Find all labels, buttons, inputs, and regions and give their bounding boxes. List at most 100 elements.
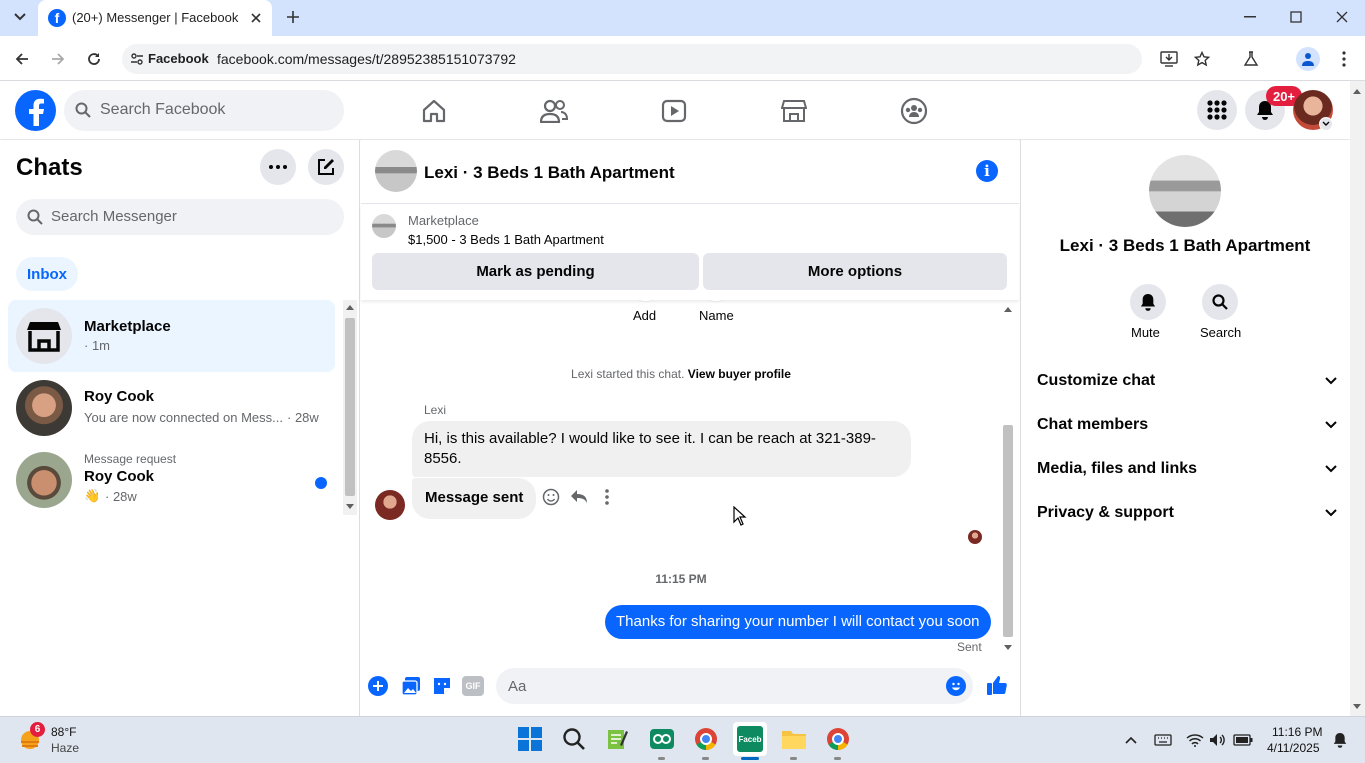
chats-options-button[interactable] — [260, 149, 296, 185]
friends-nav-icon[interactable] — [530, 94, 578, 128]
incoming-message-2[interactable]: Message sent — [412, 478, 537, 519]
profile-icon[interactable] — [1296, 47, 1320, 71]
chat-row-roy-cook[interactable]: Roy Cook You are now connected on Mess..… — [8, 372, 335, 444]
site-info-icon[interactable] — [128, 50, 146, 68]
search-icon[interactable] — [557, 722, 591, 756]
scrollbar-down-arrow[interactable] — [1004, 645, 1012, 650]
like-thumb-icon[interactable] — [985, 673, 1009, 697]
scrollbar-down-arrow[interactable] — [346, 504, 354, 509]
battery-icon[interactable] — [1232, 731, 1254, 749]
search-facebook-field[interactable]: Search Facebook — [64, 90, 344, 131]
outgoing-message[interactable]: Thanks for sharing your number I will co… — [605, 605, 991, 639]
lexi-avatar[interactable] — [375, 490, 405, 520]
add-button-circle[interactable] — [631, 300, 661, 302]
view-buyer-profile-link[interactable]: View buyer profile — [688, 367, 791, 381]
maximize-icon[interactable] — [1284, 6, 1308, 28]
explorer-running-dot — [790, 757, 797, 760]
gaming-app-icon[interactable] — [645, 722, 679, 756]
tab-title: (20+) Messenger | Facebook — [72, 10, 239, 25]
account-chevron-icon[interactable] — [1319, 117, 1333, 131]
labs-flask-icon[interactable] — [1240, 48, 1262, 70]
name-button-circle[interactable] — [701, 300, 731, 302]
search-messenger-field[interactable]: Search Messenger — [16, 199, 344, 235]
scrollbar-up-arrow[interactable] — [1353, 89, 1361, 94]
groups-nav-icon[interactable] — [890, 94, 938, 128]
message-composer[interactable]: Aa — [496, 668, 973, 704]
new-message-button[interactable] — [308, 149, 344, 185]
scrollbar-up-arrow[interactable] — [346, 305, 354, 310]
scrollbar-thumb[interactable] — [1003, 425, 1013, 637]
emoji-icon[interactable] — [946, 676, 966, 696]
conversation-title[interactable]: Lexi · 3 Beds 1 Bath Apartment — [424, 163, 675, 183]
chrome-edge-app-icon[interactable] — [689, 722, 723, 756]
listing-thumbnail[interactable] — [375, 150, 417, 192]
notepad-app-icon[interactable] — [600, 722, 634, 756]
section-chat-members[interactable]: Chat members — [1037, 403, 1337, 447]
inbox-tab[interactable]: Inbox — [16, 257, 78, 291]
volume-icon[interactable] — [1208, 731, 1228, 749]
gif-icon[interactable]: GIF — [462, 676, 484, 696]
more-vertical-icon[interactable] — [597, 487, 617, 507]
url-text[interactable]: facebook.com/messages/t/2895238515107379… — [217, 51, 516, 67]
mark-pending-button[interactable]: Mark as pending — [372, 253, 699, 290]
marketplace-nav-icon[interactable] — [770, 94, 818, 128]
install-app-icon[interactable] — [1158, 48, 1180, 70]
notification-center-icon[interactable] — [1330, 731, 1350, 749]
tab-list-icon[interactable] — [8, 6, 32, 28]
messages-scrollbar[interactable] — [1001, 303, 1015, 655]
mute-button[interactable] — [1130, 284, 1166, 320]
forward-icon[interactable] — [46, 47, 70, 71]
back-icon[interactable] — [10, 47, 34, 71]
facebook-logo-icon[interactable] — [15, 90, 56, 131]
chevron-down-icon — [1325, 465, 1337, 473]
scrollbar-up-arrow[interactable] — [1004, 307, 1012, 312]
listing-large-image[interactable] — [1149, 155, 1221, 227]
watch-nav-icon[interactable] — [650, 94, 698, 128]
bookmark-star-icon[interactable] — [1191, 48, 1213, 70]
wifi-icon[interactable] — [1185, 731, 1205, 749]
omnibox[interactable]: Facebook facebook.com/messages/t/2895238… — [122, 44, 1142, 74]
page-scrollbar[interactable] — [1350, 81, 1365, 716]
chat-row-marketplace[interactable]: Marketplace · 1m — [8, 300, 335, 372]
more-options-button[interactable]: More options — [703, 253, 1007, 290]
file-explorer-icon[interactable] — [777, 722, 811, 756]
close-window-icon[interactable] — [1330, 6, 1354, 28]
mouse-cursor-icon — [733, 505, 747, 526]
clock-date[interactable]: 4/11/2025 — [1267, 741, 1320, 755]
section-media-files-links[interactable]: Media, files and links — [1037, 447, 1337, 491]
info-icon[interactable]: i — [976, 160, 998, 182]
more-horizontal-icon — [269, 165, 287, 169]
windows-start-icon[interactable] — [513, 722, 547, 756]
menu-grid-button[interactable] — [1197, 90, 1237, 130]
mute-label: Mute — [1131, 325, 1160, 340]
chats-scrollbar[interactable] — [343, 300, 357, 515]
facebook-app-icon[interactable]: Faceb — [733, 722, 767, 756]
reload-icon[interactable] — [82, 47, 106, 71]
photo-icon[interactable] — [400, 675, 422, 697]
scrollbar-down-arrow[interactable] — [1353, 704, 1361, 709]
reply-icon[interactable] — [569, 487, 589, 507]
home-nav-icon[interactable] — [410, 94, 458, 128]
browser-tab[interactable]: f (20+) Messenger | Facebook — [38, 0, 272, 36]
chat-row-roy-cook-request[interactable]: Message request Roy Cook 👋 · 28w — [8, 444, 335, 516]
new-tab-icon[interactable] — [282, 6, 304, 28]
scrollbar-thumb[interactable] — [345, 318, 355, 496]
browser-menu-icon[interactable] — [1334, 48, 1354, 70]
clock-time[interactable]: 11:16 PM — [1272, 725, 1322, 739]
read-receipt-avatar — [968, 530, 982, 544]
keyboard-icon[interactable] — [1153, 731, 1173, 749]
plus-circle-icon[interactable] — [368, 676, 388, 696]
section-customize-chat[interactable]: Customize chat — [1037, 359, 1337, 403]
listing-title[interactable]: $1,500 - 3 Beds 1 Bath Apartment — [408, 232, 604, 247]
search-conversation-button[interactable] — [1202, 284, 1238, 320]
minimize-icon[interactable] — [1238, 6, 1262, 28]
tray-overflow-chevron-icon[interactable] — [1122, 731, 1140, 749]
sticker-icon[interactable] — [431, 675, 453, 697]
chevron-down-icon — [1325, 509, 1337, 517]
chrome-app-icon[interactable] — [821, 722, 855, 756]
section-privacy-support[interactable]: Privacy & support — [1037, 491, 1337, 535]
react-emoji-icon[interactable] — [541, 487, 561, 507]
listing-small-thumbnail[interactable] — [372, 214, 396, 238]
incoming-message[interactable]: Hi, is this available? I would like to s… — [412, 421, 911, 477]
tab-close-icon[interactable] — [246, 8, 266, 28]
